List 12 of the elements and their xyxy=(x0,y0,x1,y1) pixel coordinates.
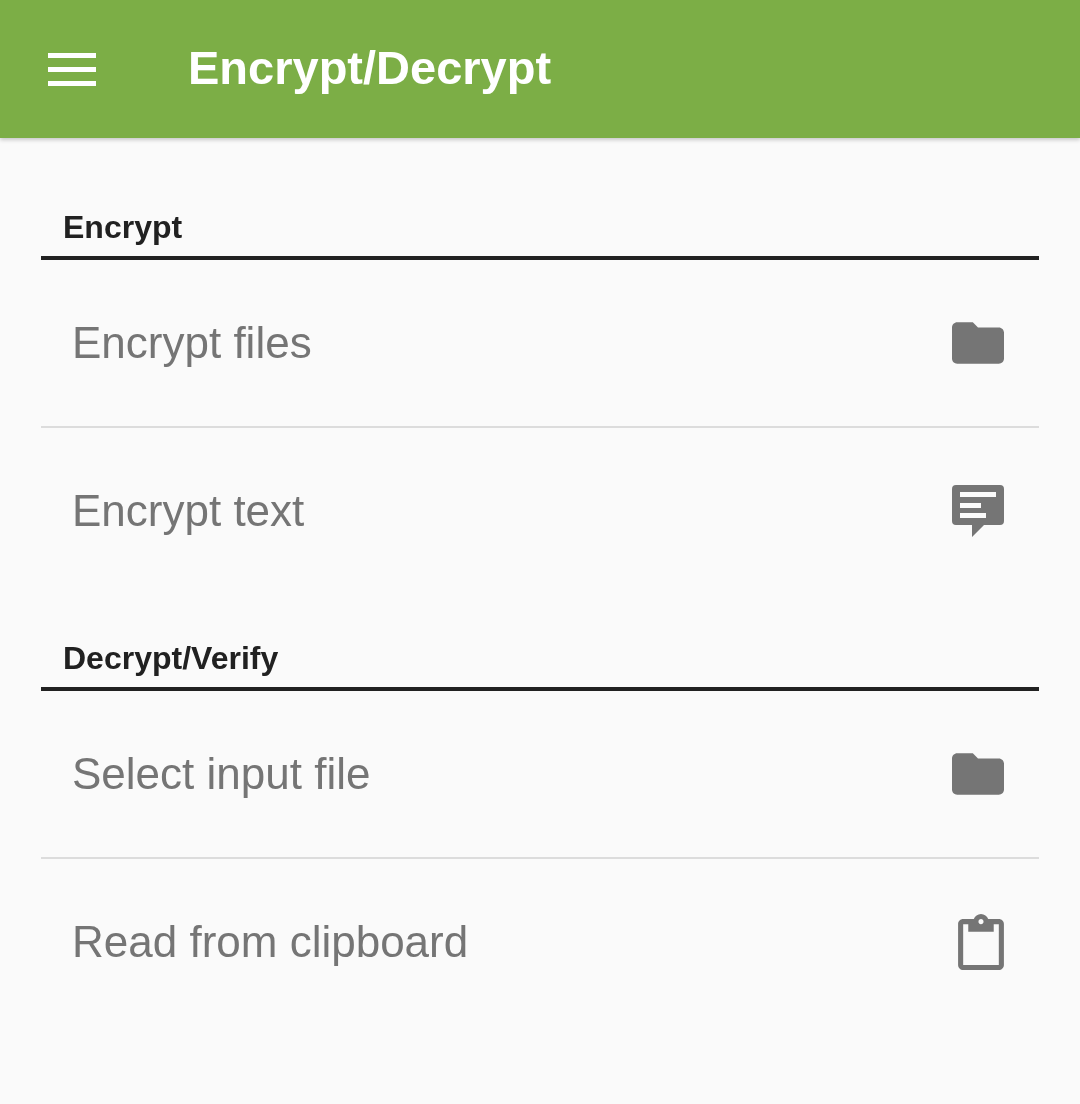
section-header: Encrypt xyxy=(63,208,183,247)
list-item[interactable]: Encrypt text xyxy=(41,428,1039,594)
list-item[interactable]: Select input file xyxy=(41,691,1039,857)
menu-icon[interactable] xyxy=(48,52,96,86)
folder-icon xyxy=(952,753,1004,795)
message-icon xyxy=(952,485,1004,537)
list-item[interactable]: Encrypt files xyxy=(41,260,1039,426)
list-item[interactable]: Read from clipboard xyxy=(41,859,1039,1025)
app-title: Encrypt/Decrypt xyxy=(188,40,552,96)
folder-icon xyxy=(952,322,1004,364)
clipboard-icon xyxy=(958,914,1004,970)
section-header: Decrypt/Verify xyxy=(63,639,279,678)
